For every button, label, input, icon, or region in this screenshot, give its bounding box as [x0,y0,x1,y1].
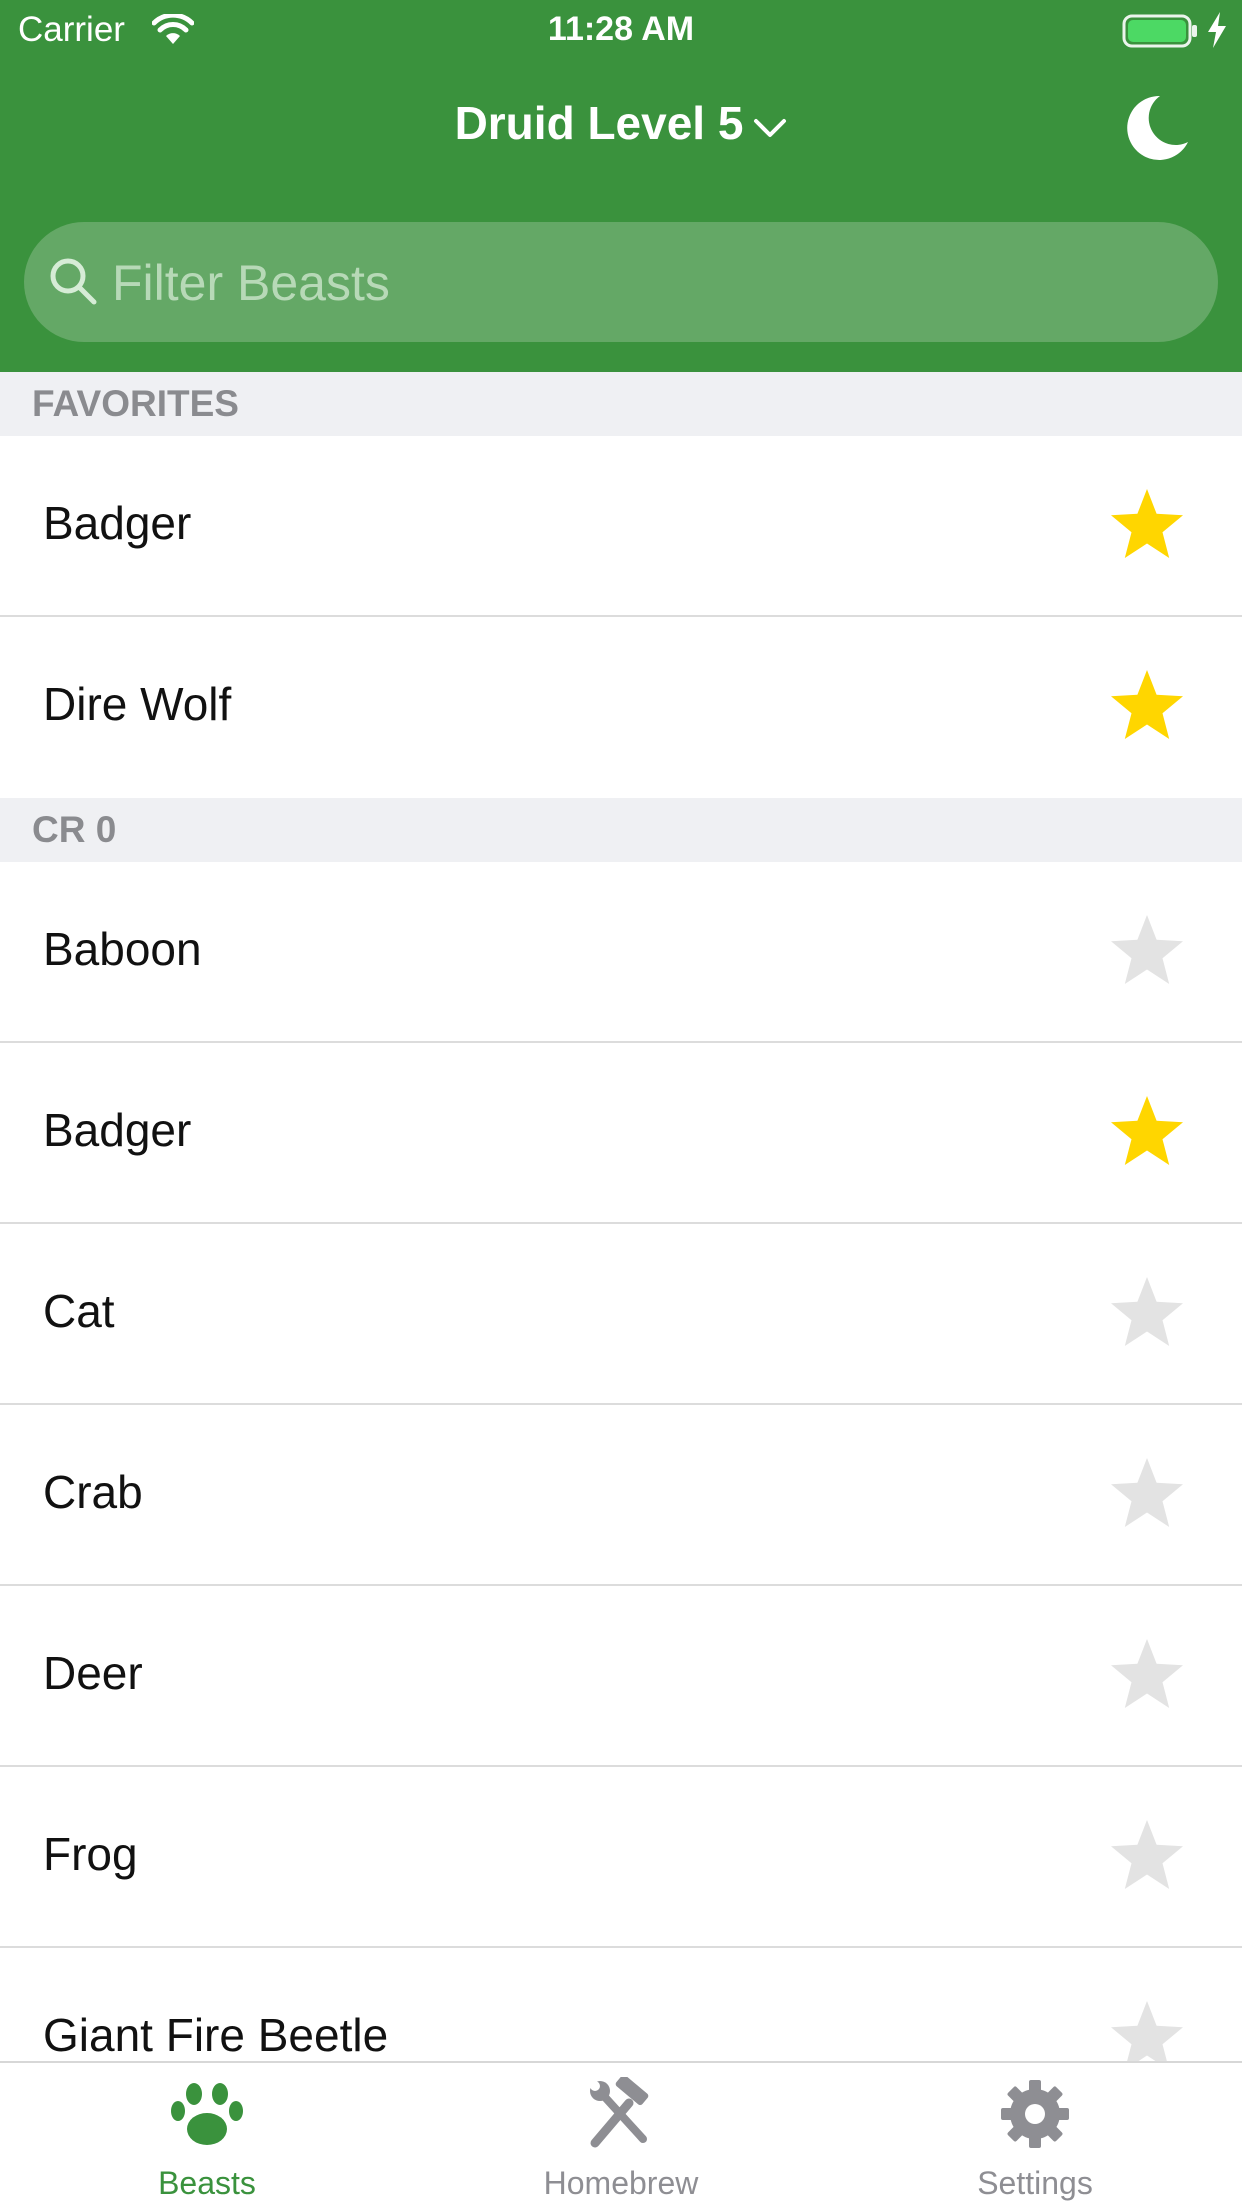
star-outline-icon[interactable] [1108,1455,1186,1536]
tab-label: Beasts [158,2165,256,2201]
tab-beasts[interactable]: Beasts [0,2063,414,2210]
beast-name: Crab [43,1466,143,1518]
moon-icon[interactable] [1124,92,1190,167]
star-outline-icon[interactable] [1108,1636,1186,1717]
beast-name: Badger [43,497,192,549]
beast-row[interactable]: Dire Wolf [0,617,1242,798]
beast-name: Giant Fire Beetle [43,2009,389,2061]
beast-row[interactable]: Frog [0,1767,1242,1948]
beast-row[interactable]: Badger [0,436,1242,617]
section-header: CR 0 [0,798,1242,862]
beast-row[interactable]: Cat [0,1224,1242,1405]
beast-name: Badger [43,1104,192,1156]
app-header: Carrier 11:28 AM Druid Level 5 Filter Be… [0,0,1242,372]
star-outline-icon[interactable] [1108,912,1186,993]
battery-icon [1122,14,1200,57]
beast-row[interactable]: Baboon [0,862,1242,1043]
tab-label: Settings [977,2165,1093,2201]
charging-icon [1206,12,1228,57]
search-icon [46,254,102,315]
tab-settings[interactable]: Settings [828,2063,1242,2210]
star-outline-icon[interactable] [1108,1817,1186,1898]
level-selector[interactable]: Druid Level 5 [0,96,1242,150]
nav-title[interactable]: Druid Level 5 [455,97,744,149]
status-bar: Carrier 11:28 AM [0,0,1242,62]
beast-list[interactable]: FAVORITES Badger Dire Wolf CR 0 Baboon Badger… [0,372,1242,2129]
star-outline-icon[interactable] [1108,1274,1186,1355]
search-bar[interactable]: Filter Beasts [24,222,1218,342]
star-filled-icon[interactable] [1108,1093,1186,1174]
star-filled-icon[interactable] [1108,667,1186,748]
beast-name: Dire Wolf [43,678,232,730]
star-filled-icon[interactable] [1108,486,1186,567]
tab-bar: Beasts Homebrew Settings [0,2061,1242,2210]
beast-row[interactable]: Badger [0,1043,1242,1224]
clock: 11:28 AM [547,10,695,48]
beast-name: Frog [43,1828,138,1880]
beast-name: Baboon [43,923,202,975]
tab-homebrew[interactable]: Homebrew [414,2063,828,2210]
beast-name: Cat [43,1285,115,1337]
search-input[interactable]: Filter Beasts [112,254,390,312]
hammer-wrench-icon [414,2074,828,2156]
beast-row[interactable]: Deer [0,1586,1242,1767]
beast-name: Deer [43,1647,143,1699]
nav-bar: Druid Level 5 [0,62,1242,190]
chevron-down-icon[interactable] [753,96,787,150]
tab-label: Homebrew [543,2165,699,2201]
section-header: FAVORITES [0,372,1242,436]
gear-icon [828,2077,1242,2156]
paw-icon [0,2077,414,2156]
beast-row[interactable]: Crab [0,1405,1242,1586]
